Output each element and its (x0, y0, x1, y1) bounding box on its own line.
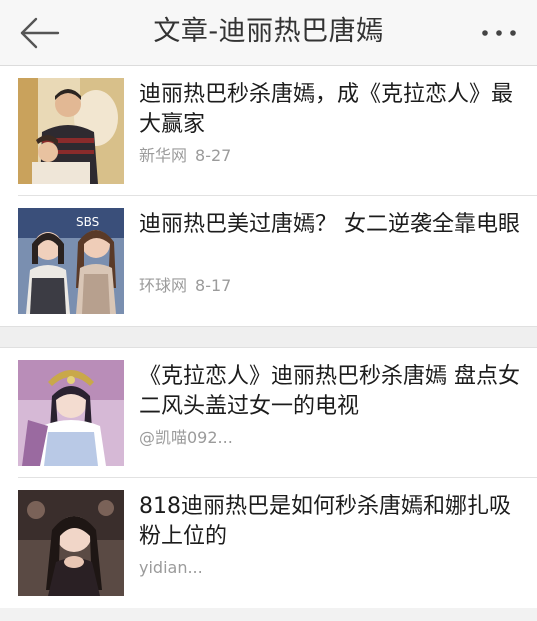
section-gap (0, 326, 537, 348)
article-list-top: 迪丽热巴秒杀唐嫣，成《克拉恋人》最大赢家 新华网 8-27 SBS 迪丽热巴美过… (0, 66, 537, 326)
top-bar: 文章-迪丽热巴唐嫣 (0, 0, 537, 66)
article-thumbnail (18, 360, 124, 466)
page-title: 文章-迪丽热巴唐嫣 (153, 16, 384, 47)
article-item[interactable]: 迪丽热巴秒杀唐嫣，成《克拉恋人》最大赢家 新华网 8-27 (0, 66, 537, 196)
article-thumbnail: SBS (18, 208, 124, 314)
more-dots-icon[interactable] (479, 22, 519, 44)
article-source: yidian... (139, 558, 203, 577)
article-thumbnail (18, 78, 124, 184)
article-source: 新华网 (139, 146, 188, 165)
article-item[interactable]: 818迪丽热巴是如何秒杀唐嫣和娜扎吸粉上位的 yidian... (0, 478, 537, 608)
article-headline: 迪丽热巴秒杀唐嫣，成《克拉恋人》最大赢家 (139, 82, 514, 137)
article-meta: @凯喵092... (139, 428, 233, 448)
app-window: 文章-迪丽热巴唐嫣 迪丽热巴秒杀唐嫣，成《克拉恋人》最大赢家 新华网 8-27 … (0, 0, 537, 621)
article-date: 8-17 (195, 276, 232, 295)
article-thumbnail (18, 490, 124, 596)
article-meta: 新华网 8-27 (139, 146, 231, 166)
article-list-bottom: 《克拉恋人》迪丽热巴秒杀唐嫣 盘点女二风头盖过女一的电视 @凯喵092... 8… (0, 348, 537, 608)
article-headline: 818迪丽热巴是如何秒杀唐嫣和娜扎吸粉上位的 (139, 494, 511, 549)
article-meta: 环球网 8-17 (139, 276, 231, 296)
svg-text:SBS: SBS (76, 215, 99, 229)
article-headline: 《克拉恋人》迪丽热巴秒杀唐嫣 盘点女二风头盖过女一的电视 (139, 364, 520, 419)
article-headline: 迪丽热巴美过唐嫣？ 女二逆袭全靠电眼 (139, 212, 520, 237)
article-item[interactable]: SBS 迪丽热巴美过唐嫣？ 女二逆袭全靠电眼 环球网 8-17 (0, 196, 537, 326)
article-source: 环球网 (139, 276, 188, 295)
article-meta: yidian... (139, 558, 203, 578)
article-date: 8-27 (195, 146, 232, 165)
article-item[interactable]: 《克拉恋人》迪丽热巴秒杀唐嫣 盘点女二风头盖过女一的电视 @凯喵092... (0, 348, 537, 478)
article-source: @凯喵092... (139, 428, 233, 447)
